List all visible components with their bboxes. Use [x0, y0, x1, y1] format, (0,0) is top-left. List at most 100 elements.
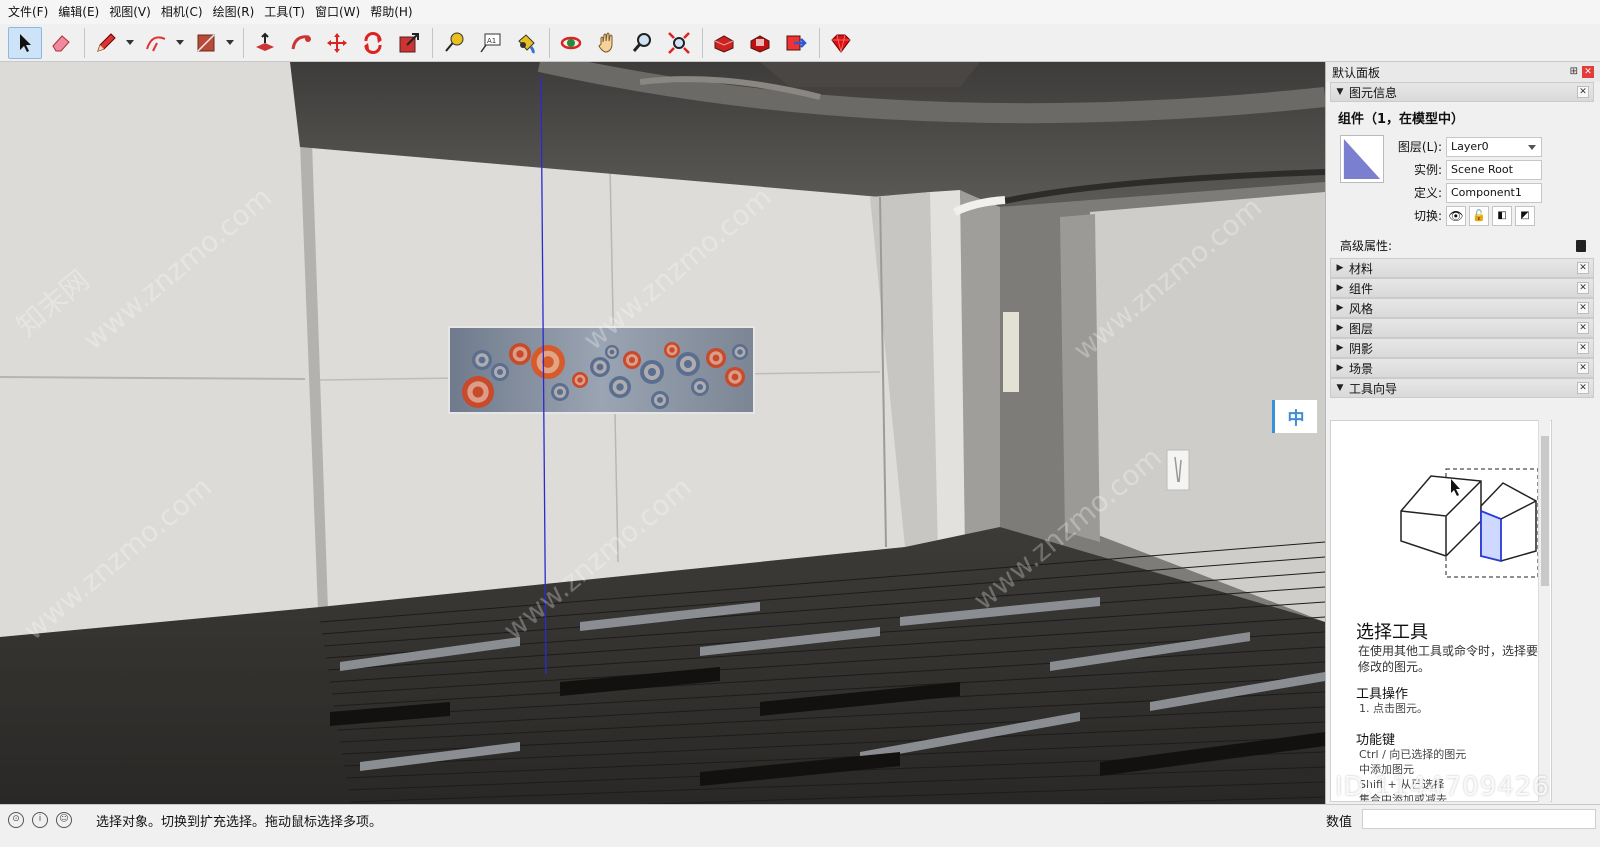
- text-label-icon: A1: [480, 33, 501, 52]
- function-keys-line: Ctrl / 向已选择的图元: [1359, 748, 1467, 761]
- close-icon[interactable]: ✕: [1577, 86, 1589, 98]
- line-tool-dropdown[interactable]: [125, 27, 135, 59]
- tray-section-header[interactable]: ▶ 组件 ✕: [1330, 278, 1594, 298]
- zoom-extents-icon: [668, 31, 690, 54]
- scrollbar-thumb[interactable]: [1541, 436, 1549, 586]
- pin-icon[interactable]: ⊞: [1570, 66, 1578, 78]
- offset-tool-button[interactable]: [284, 27, 318, 59]
- expand-icon[interactable]: [1576, 239, 1586, 252]
- zoom-tool-button[interactable]: [626, 27, 660, 59]
- cast-shadow-icon: ◧: [1497, 210, 1507, 221]
- eraser-tool-button[interactable]: [44, 27, 78, 59]
- tray-section-label: 组件: [1349, 281, 1374, 296]
- expand-arrow-icon: ▶: [1336, 303, 1344, 313]
- menu-item[interactable]: 文件(F): [6, 0, 56, 24]
- tray-section-header[interactable]: ▶ 阴影 ✕: [1330, 338, 1594, 358]
- menu-item[interactable]: 绘图(R): [211, 0, 263, 24]
- 3d-scene[interactable]: [0, 62, 1325, 804]
- rotate-tool-button[interactable]: [356, 27, 390, 59]
- menu-item[interactable]: 工具(T): [262, 0, 313, 24]
- tape-measure-tool-button[interactable]: [437, 27, 471, 59]
- default-tray: 默认面板 ⊞ ✕ ▼ 图元信息 ✕ 组件（1，在模型中） 图层(L): Laye…: [1325, 62, 1600, 804]
- close-icon[interactable]: ✕: [1577, 382, 1589, 394]
- select-tool-button[interactable]: [8, 26, 42, 59]
- instance-field[interactable]: Scene Root: [1446, 159, 1542, 180]
- instructor-title: 选择工具: [1356, 622, 1428, 643]
- extension-warehouse-tool-button[interactable]: [743, 27, 777, 59]
- tray-section-label: 阴影: [1349, 341, 1374, 356]
- painting-circle: [556, 388, 564, 396]
- scale-tool-button[interactable]: [392, 27, 426, 59]
- lock-icon: 🔓: [1472, 209, 1486, 222]
- layer-select[interactable]: Layer0: [1446, 136, 1542, 157]
- tool-ops-line: 1. 点击图元。: [1359, 702, 1428, 715]
- zoom-extents-tool-button[interactable]: [662, 27, 696, 59]
- painting-circle: [731, 373, 739, 381]
- close-icon[interactable]: ✕: [1577, 322, 1589, 334]
- share-model-tool-button[interactable]: [779, 27, 813, 59]
- close-icon[interactable]: ✕: [1577, 282, 1589, 294]
- entity-info-label: 图元信息: [1349, 85, 1398, 100]
- cast-shadow-toggle[interactable]: ◧: [1492, 205, 1512, 226]
- info-icon[interactable]: i: [32, 812, 48, 828]
- painting-circle: [696, 383, 704, 391]
- painting-circle: [669, 347, 675, 353]
- measurements-input[interactable]: [1362, 809, 1596, 829]
- advanced-attributes-row[interactable]: 高级属性:: [1326, 231, 1600, 258]
- extension-warehouse-icon: [750, 34, 770, 53]
- model-viewport[interactable]: 中 知末网 www.znzmo.com www.znzmo.com www.zn…: [0, 62, 1325, 804]
- receive-shadow-toggle[interactable]: ◩: [1515, 205, 1535, 226]
- tray-section-header[interactable]: ▶ 风格 ✕: [1330, 298, 1594, 318]
- painting-circle: [656, 396, 664, 404]
- text-tool-button[interactable]: A1: [473, 27, 507, 59]
- pan-tool-button[interactable]: [590, 27, 624, 59]
- move-tool-button[interactable]: [320, 27, 354, 59]
- arc-tool-button[interactable]: [139, 27, 173, 59]
- push-pull-tool-button[interactable]: [248, 27, 282, 59]
- menu-item[interactable]: 编辑(E): [56, 0, 107, 24]
- tray-section-header[interactable]: ▶ 图层 ✕: [1330, 318, 1594, 338]
- tray-section-label: 场景: [1349, 361, 1374, 376]
- ruby-console-tool-button[interactable]: [824, 27, 858, 59]
- lock-toggle[interactable]: 🔓: [1469, 205, 1489, 226]
- share-model-icon: [786, 35, 807, 50]
- tray-section-label: 风格: [1349, 301, 1374, 316]
- hide-toggle[interactable]: 👁: [1446, 205, 1466, 226]
- shape-tool-button[interactable]: [189, 27, 223, 59]
- geo-location-icon[interactable]: ⊙: [8, 812, 24, 828]
- orbit-tool-button[interactable]: [554, 27, 588, 59]
- ime-indicator[interactable]: 中: [1272, 400, 1317, 433]
- instructor-header[interactable]: ▼ 工具向导 ✕: [1330, 378, 1594, 398]
- menu-item[interactable]: 窗口(W): [313, 0, 368, 24]
- shape-tool-dropdown[interactable]: [225, 27, 235, 59]
- menu-item[interactable]: 帮助(H): [368, 0, 420, 24]
- close-icon[interactable]: ✕: [1577, 302, 1589, 314]
- close-icon[interactable]: ✕: [1577, 362, 1589, 374]
- line-tool-button[interactable]: [89, 27, 123, 59]
- definition-label: 定义:: [1413, 186, 1442, 200]
- expand-arrow-icon: ▶: [1336, 363, 1344, 373]
- definition-field[interactable]: Component1: [1446, 182, 1542, 203]
- menu-item[interactable]: 视图(V): [107, 0, 159, 24]
- user-icon[interactable]: ☺: [56, 812, 72, 828]
- close-icon[interactable]: ✕: [1582, 66, 1594, 78]
- push-pull-icon: [256, 32, 274, 51]
- instructor-scrollbar[interactable]: [1538, 420, 1550, 802]
- tray-sections: ▶ 材料 ✕ ▶ 组件 ✕ ▶ 风格 ✕ ▶ 图层 ✕ ▶ 阴影 ✕ ▶ 场景 ✕: [1326, 258, 1600, 378]
- tray-section-header[interactable]: ▶ 材料 ✕: [1330, 258, 1594, 278]
- close-icon[interactable]: ✕: [1577, 262, 1589, 274]
- function-keys-title: 功能键: [1356, 733, 1396, 748]
- pencil-icon: [97, 32, 116, 52]
- close-icon[interactable]: ✕: [1577, 342, 1589, 354]
- hand-icon: [598, 32, 613, 53]
- menu-item[interactable]: 相机(C): [159, 0, 211, 24]
- tray-section-header[interactable]: ▶ 场景 ✕: [1330, 358, 1594, 378]
- collapse-arrow-icon: ▼: [1336, 383, 1344, 393]
- entity-info-header[interactable]: ▼ 图元信息 ✕: [1330, 82, 1594, 102]
- painting-circle: [496, 368, 504, 376]
- paint-bucket-tool-button[interactable]: [509, 27, 543, 59]
- entity-info-body: 组件（1，在模型中） 图层(L): Layer0 实例: Scene Root …: [1326, 102, 1600, 231]
- arc-tool-dropdown[interactable]: [175, 27, 185, 59]
- main-toolbar: A1: [0, 24, 1600, 62]
- warehouse-tool-button[interactable]: [707, 27, 741, 59]
